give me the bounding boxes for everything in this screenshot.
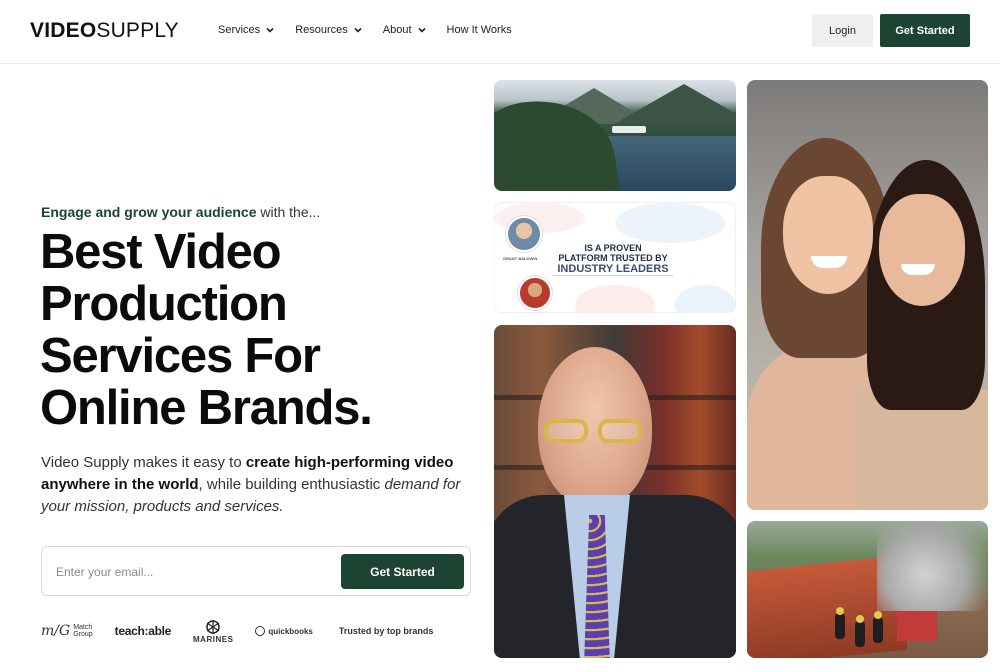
quickbooks-text: quickbooks <box>268 626 313 636</box>
firefighter <box>873 611 883 643</box>
logo-bold-text: VIDEO <box>30 19 97 42</box>
headline-line-4: Online Brands. <box>40 381 373 435</box>
decor-blob <box>615 203 725 243</box>
match-line-1: Match <box>73 624 93 631</box>
nav-services[interactable]: Services <box>218 24 275 36</box>
avatar-caption: GRANT BALDWIN <box>503 256 538 261</box>
quickbooks-logo: quickbooks <box>255 626 313 636</box>
nav-services-label: Services <box>218 24 261 36</box>
marines-emblem-icon <box>206 619 220 634</box>
mountain-shape <box>614 84 736 124</box>
match-group-text: Match Group <box>73 624 92 638</box>
eyebrow-rest: with the... <box>256 204 321 220</box>
nav-about-label: About <box>382 24 412 36</box>
match-group-mark: m/G <box>41 623 71 639</box>
hero-subcopy: Video Supply makes it easy to create hig… <box>41 452 481 518</box>
nav-resources-label: Resources <box>295 24 348 36</box>
email-input[interactable] <box>56 561 326 583</box>
headline-line-3: Services For <box>40 329 321 383</box>
trust-line-3: INDUSTRY LEADERS <box>553 263 673 276</box>
chevron-down-icon <box>354 27 362 33</box>
nav-resources[interactable]: Resources <box>295 24 363 36</box>
woman-2-face <box>879 194 965 306</box>
email-signup-form: Get Started <box>41 546 471 596</box>
teachable-logo: teach:able <box>114 624 172 638</box>
avatar <box>506 216 542 252</box>
firefighter <box>835 607 845 639</box>
subcopy-part-2: , while building enthusiastic <box>198 476 385 493</box>
cruise-ship <box>612 126 646 133</box>
nav-how-it-works[interactable]: How It Works <box>447 24 512 36</box>
trust-line-1: IS A PROVEN <box>584 243 642 253</box>
smiling-women-tile[interactable] <box>747 80 988 510</box>
woman-1-face <box>783 176 873 294</box>
glasses-shape <box>544 419 646 445</box>
hero-eyebrow: Engage and grow your audience with the..… <box>41 204 320 220</box>
trusted-platform-tile[interactable]: GRANT BALDWIN IS A PROVEN PLATFORM TRUST… <box>494 202 736 313</box>
decor-blob <box>575 285 655 312</box>
main-nav: Services Resources About How It Works <box>218 24 512 36</box>
site-header: VIDEOSUPPLY Services Resources About How… <box>0 0 1000 64</box>
brand-logos-row: m/G Match Group teach:able MARINES quickb… <box>41 616 433 646</box>
marines-text: MARINES <box>193 634 234 644</box>
speaker-video-tile[interactable] <box>494 325 736 658</box>
chevron-down-icon <box>266 27 274 33</box>
header-get-started-button[interactable]: Get Started <box>880 14 970 47</box>
logo-light-text: SUPPLY <box>96 19 179 42</box>
fjord-video-tile[interactable] <box>494 80 736 191</box>
nav-how-it-works-label: How It Works <box>446 24 512 36</box>
trust-line-2: PLATFORM TRUSTED BY <box>558 253 668 263</box>
match-group-logo: m/G Match Group <box>41 623 93 639</box>
smoke-cloud <box>877 521 988 611</box>
videosupply-logo[interactable]: VIDEOSUPPLY <box>30 19 179 43</box>
eyebrow-strong: Engage and grow your audience <box>41 204 257 220</box>
firefighters-video-tile[interactable] <box>747 521 988 658</box>
login-button[interactable]: Login <box>812 14 873 47</box>
firefighter <box>855 615 865 647</box>
trust-statement: IS A PROVEN PLATFORM TRUSTED BY INDUSTRY… <box>553 243 673 276</box>
hero-headline: Best Video Production Services For Onlin… <box>40 226 480 434</box>
chevron-down-icon <box>417 27 426 33</box>
headline-line-2: Production <box>40 277 288 331</box>
trusted-by-text: Trusted by top brands <box>338 626 434 636</box>
headline-line-1: Best Video <box>40 225 282 279</box>
marines-logo: MARINES <box>193 619 233 644</box>
decor-blob <box>675 285 735 312</box>
nav-about[interactable]: About <box>383 24 427 36</box>
subcopy-part-1: Video Supply makes it easy to <box>41 454 246 471</box>
quickbooks-icon <box>255 626 266 636</box>
email-get-started-button[interactable]: Get Started <box>341 554 464 589</box>
match-line-2: Group <box>73 631 93 638</box>
avatar <box>518 276 552 310</box>
